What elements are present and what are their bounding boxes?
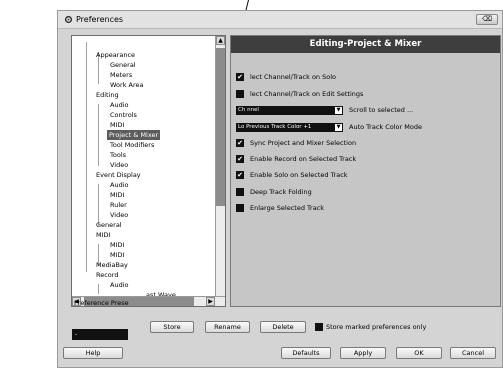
option-label: Enable Record on Selected Track — [250, 155, 357, 163]
dropdown-value: Lo Previous Track Color +1 — [238, 124, 312, 130]
panel-header: Editing-Project & Mixer — [231, 36, 500, 53]
gear-icon — [64, 15, 73, 24]
cancel-button[interactable]: Cancel — [450, 347, 496, 359]
tree-item-record[interactable]: Record — [94, 270, 120, 280]
tree-item-editing-video[interactable]: Video — [108, 160, 130, 170]
tree-item-tool-modifiers[interactable]: Tool Modifiers — [108, 140, 156, 150]
tree-item-event-midi[interactable]: MIDI — [108, 190, 126, 200]
tree-item-meters[interactable]: Meters — [108, 70, 134, 80]
option-label: lect Channel/Track on Solo — [250, 73, 336, 81]
tree-item-work-area[interactable]: Work Area — [108, 80, 145, 90]
store-marked-label: Store marked preferences only — [326, 323, 427, 331]
chevron-down-icon: ▼ — [335, 107, 342, 114]
scroll-to-selected-dropdown[interactable]: Ch nnel ▼ — [236, 106, 343, 115]
tree-item-mediabay[interactable]: MediaBay — [94, 260, 130, 270]
scroll-up-icon[interactable]: ▲ — [216, 36, 225, 45]
auto-track-color-label: Auto Track Color Mode — [349, 123, 422, 131]
tree-item-general[interactable]: General — [108, 60, 138, 70]
tree-item-record-audio[interactable]: Audio — [108, 280, 130, 290]
tree-item-midi-sub1[interactable]: MIDI — [108, 240, 126, 250]
checkbox-select-on-solo[interactable]: ✔ — [236, 73, 244, 81]
tree-item-editing-midi[interactable]: MIDI — [108, 120, 126, 130]
tree-item-general-root[interactable]: General — [94, 220, 124, 230]
chevron-down-icon: ▼ — [335, 124, 342, 131]
tree-item-project-mixer[interactable]: Project & Mixer — [107, 130, 161, 140]
settings-panel: Editing-Project & Mixer ✔ lect Channel/T… — [230, 35, 501, 307]
preset-select-field[interactable]: - — [72, 329, 128, 340]
tree-item-controls[interactable]: Controls — [108, 110, 139, 120]
apply-button[interactable]: Apply — [340, 347, 386, 359]
dropdown-value: Ch nnel — [238, 107, 259, 113]
checkbox-deep-track-folding[interactable] — [236, 188, 244, 196]
rename-button[interactable]: Rename — [205, 321, 250, 333]
preferences-tree: Appearance General Meters Work Area Edit… — [71, 35, 226, 307]
tree-item-midi-sub2[interactable]: MIDI — [108, 250, 126, 260]
tree-item-editing-audio[interactable]: Audio — [108, 100, 130, 110]
preference-presets-label: Preference Prese — [74, 299, 129, 307]
checkbox-sync-project-mixer[interactable]: ✔ — [236, 139, 244, 147]
tree-item-event-display[interactable]: Event Display — [94, 170, 143, 180]
delete-button[interactable]: Delete — [260, 321, 306, 333]
defaults-button[interactable]: Defaults — [281, 347, 331, 359]
window-title: Preferences — [76, 15, 124, 24]
tree-item-event-audio[interactable]: Audio — [108, 180, 130, 190]
checkbox-select-on-edit[interactable] — [236, 90, 244, 98]
scroll-right-icon[interactable]: ▶ — [206, 297, 215, 306]
auto-track-color-dropdown[interactable]: Lo Previous Track Color +1 ▼ — [236, 123, 343, 132]
tree-item-appearance[interactable]: Appearance — [94, 50, 137, 60]
option-label: Enable Solo on Selected Track — [250, 171, 348, 179]
store-marked-checkbox[interactable] — [315, 323, 323, 331]
checkbox-enlarge-selected-track[interactable] — [236, 204, 244, 212]
tree-item-event-video[interactable]: Video — [108, 210, 130, 220]
title-bar: Preferences ⌫ — [58, 11, 502, 29]
tree-item-midi-root[interactable]: MIDI — [94, 230, 112, 240]
close-button[interactable]: ⌫ — [476, 14, 498, 25]
store-button[interactable]: Store — [150, 321, 194, 333]
scroll-to-selected-label: Scroll to selected ... — [349, 106, 414, 114]
checkbox-enable-record[interactable]: ✔ — [236, 155, 244, 163]
option-label: Deep Track Folding — [250, 188, 312, 196]
ok-button[interactable]: OK — [396, 347, 442, 359]
vertical-scroll-thumb[interactable] — [216, 48, 225, 206]
tree-vertical-scrollbar[interactable]: ▲ — [215, 36, 225, 298]
checkbox-enable-solo[interactable]: ✔ — [236, 171, 244, 179]
tree-item-editing[interactable]: Editing — [94, 90, 121, 100]
option-label: Enlarge Selected Track — [250, 204, 325, 212]
tree-item-ruler[interactable]: Ruler — [108, 200, 129, 210]
option-label: Sync Project and Mixer Selection — [250, 139, 357, 147]
help-button[interactable]: Help — [63, 347, 123, 359]
option-label: lect Channel/Track on Edit Settings — [250, 90, 364, 98]
tree-item-tools[interactable]: Tools — [108, 150, 128, 160]
preferences-window: Preferences ⌫ Appearance General Meters … — [57, 10, 503, 368]
